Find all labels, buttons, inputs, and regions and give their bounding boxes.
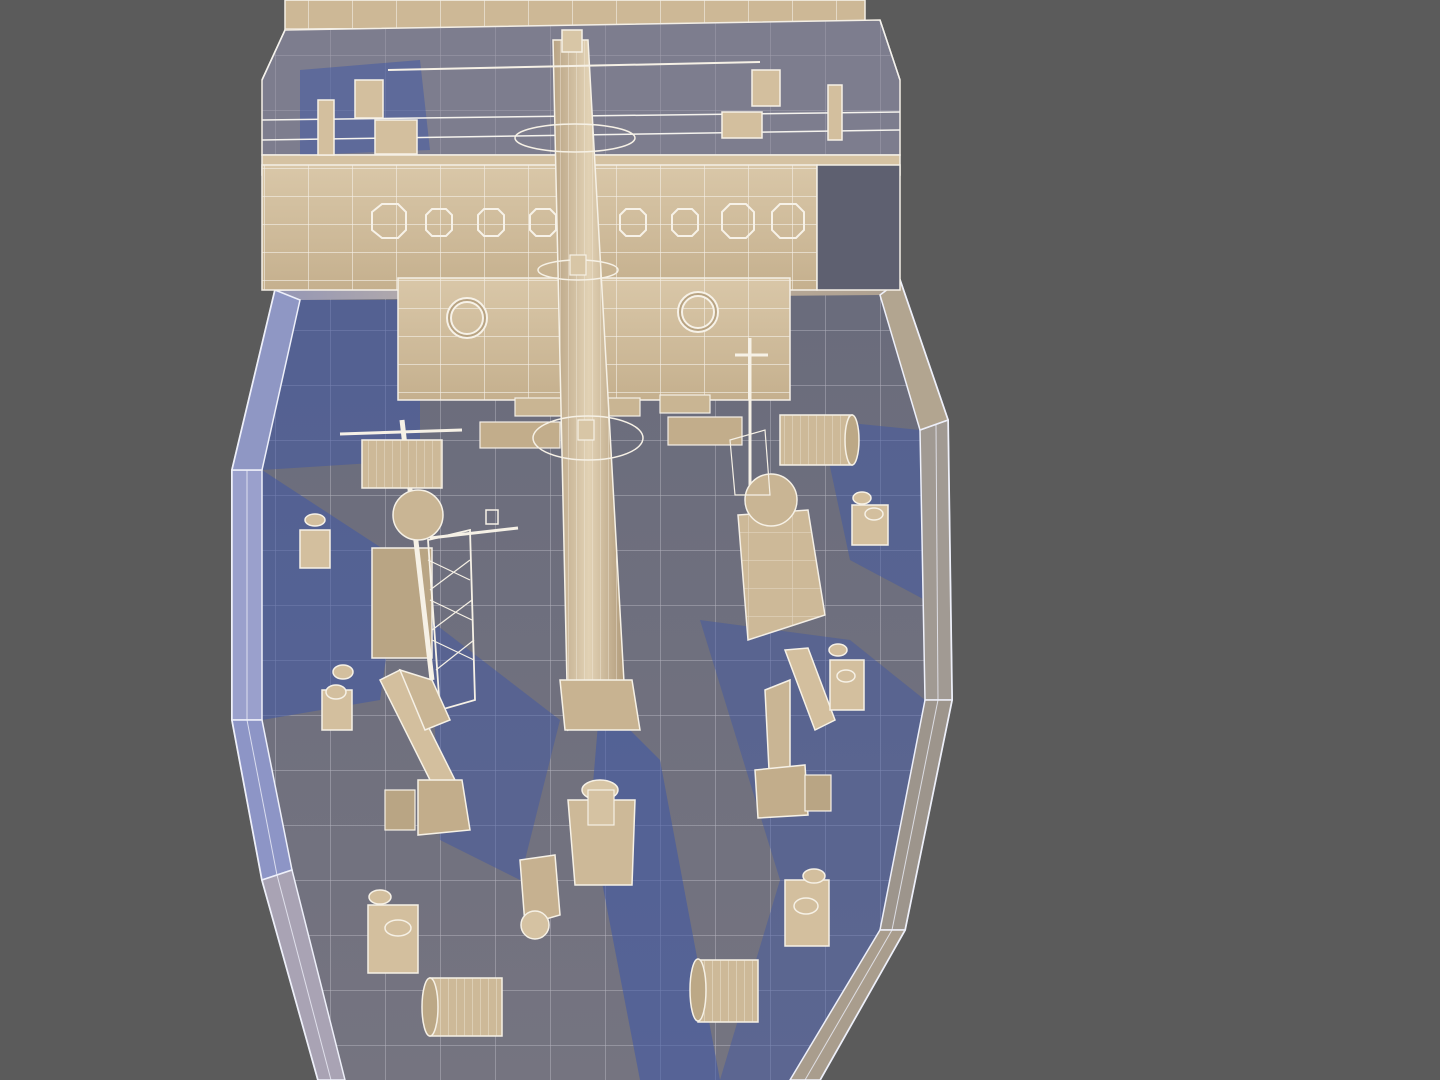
- ship-bow-render: [0, 0, 1440, 1080]
- mooring-winch-port: [421, 977, 503, 1037]
- winch-forward-port: [361, 439, 443, 489]
- winch-forward-starboard: [779, 414, 860, 466]
- mooring-winch-starboard: [689, 958, 759, 1023]
- bollard: [784, 868, 830, 947]
- render-viewport: [0, 0, 1440, 1080]
